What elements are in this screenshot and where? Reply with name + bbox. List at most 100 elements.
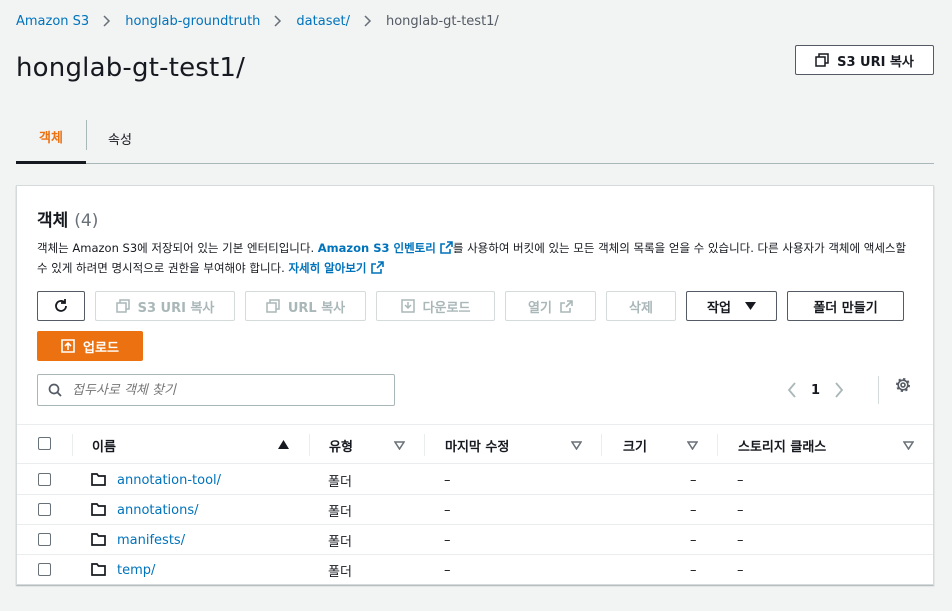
chevron-right-icon [274, 15, 282, 27]
object-type: 폴더 [328, 564, 352, 580]
column-type[interactable]: 유형 [329, 425, 353, 465]
download-button[interactable]: 다운로드 [376, 291, 495, 321]
page-number[interactable]: 1 [811, 383, 820, 398]
sort-icon[interactable] [903, 441, 914, 450]
download-icon [400, 299, 415, 313]
object-size: – [690, 502, 697, 518]
copy-s3-uri-label: S3 URI 복사 [837, 54, 914, 70]
objects-panel: 객체 (4) 객체는 Amazon S3에 저장되어 있는 기본 엔터티입니다. … [16, 185, 934, 585]
copy-s3-uri-button-label: S3 URI 복사 [137, 300, 215, 316]
objects-count: (4) [74, 211, 99, 231]
gear-icon[interactable] [894, 376, 912, 394]
objects-description: 객체는 Amazon S3에 저장되어 있는 기본 엔터티입니다. Amazon… [37, 238, 907, 278]
column-last-modified[interactable]: 마지막 수정 [445, 425, 509, 465]
table-header: 이름 유형 마지막 수정 크기 스토리지 클래스 [17, 424, 933, 464]
page-title: honglab-gt-test1/ [16, 53, 246, 83]
row-checkbox[interactable] [38, 473, 51, 486]
object-modified: – [444, 472, 451, 488]
sort-ascending-icon[interactable] [278, 440, 289, 449]
breadcrumb-current: honglab-gt-test1/ [385, 13, 499, 29]
copy-icon [266, 299, 280, 313]
object-type: 폴더 [328, 504, 352, 520]
column-divider [601, 434, 602, 456]
table-row[interactable]: temp/ 폴더 – – – [17, 555, 933, 585]
sort-icon[interactable] [571, 441, 582, 450]
actions-dropdown-label: 작업 [707, 300, 731, 316]
chevron-right-icon[interactable] [834, 382, 844, 398]
copy-icon [115, 299, 130, 313]
open-button-label: 열기 [528, 300, 552, 316]
breadcrumb-amazon-s3[interactable]: Amazon S3 [16, 14, 89, 29]
column-divider [309, 434, 310, 456]
row-checkbox[interactable] [38, 503, 51, 516]
copy-s3-uri-button[interactable]: S3 URI 복사 [95, 291, 235, 321]
open-button[interactable]: 열기 [505, 291, 596, 321]
actions-dropdown[interactable]: 작업 [686, 291, 777, 321]
copy-url-button-label: URL 복사 [287, 300, 346, 316]
object-size: – [690, 562, 697, 578]
table-row[interactable]: annotation-tool/ 폴더 – – – [17, 465, 933, 495]
column-name[interactable]: 이름 [92, 425, 116, 465]
external-link-icon [440, 241, 453, 254]
folder-icon [91, 473, 106, 486]
object-storage-class: – [737, 532, 744, 548]
inventory-link-label: Amazon S3 인벤토리 [317, 241, 436, 255]
objects-header: 객체 (4) [37, 206, 98, 231]
copy-s3-uri-header-button[interactable]: S3 URI 복사 [795, 45, 934, 75]
upload-icon [61, 339, 75, 353]
objects-title: 객체 [37, 211, 69, 231]
learn-more-label: 자세히 알아보기 [288, 261, 367, 275]
sort-icon[interactable] [394, 441, 405, 450]
tab-properties-label: 속성 [108, 132, 132, 148]
delete-button[interactable]: 삭제 [606, 291, 676, 321]
column-name-label: 이름 [92, 439, 116, 455]
chevron-right-icon [103, 15, 111, 27]
inventory-link[interactable]: Amazon S3 인벤토리 [318, 241, 453, 255]
object-name-link[interactable]: annotation-tool/ [117, 465, 221, 495]
column-storage-class[interactable]: 스토리지 클래스 [738, 425, 826, 465]
breadcrumb-bucket[interactable]: honglab-groundtruth [125, 14, 260, 29]
create-folder-button[interactable]: 폴더 만들기 [787, 291, 904, 321]
upload-button-label: 업로드 [83, 340, 119, 356]
desc-text-1: 객체는 Amazon S3에 저장되어 있는 기본 엔터티입니다. [37, 241, 318, 255]
object-modified: – [444, 562, 451, 578]
row-checkbox[interactable] [38, 563, 51, 576]
refresh-button[interactable] [37, 291, 85, 321]
object-storage-class: – [737, 472, 744, 488]
column-size[interactable]: 크기 [623, 425, 647, 465]
object-type: 폴더 [328, 474, 352, 490]
object-name-link[interactable]: annotations/ [117, 495, 199, 525]
search-input[interactable] [72, 382, 372, 398]
tab-divider [86, 120, 87, 150]
tab-bar: 객체 속성 [16, 112, 934, 164]
breadcrumb-dataset[interactable]: dataset/ [296, 14, 350, 29]
column-size-label: 크기 [623, 439, 647, 455]
object-type: 폴더 [328, 534, 352, 550]
table-row[interactable]: annotations/ 폴더 – – – [17, 495, 933, 525]
row-checkbox[interactable] [38, 533, 51, 546]
search-box [37, 374, 395, 406]
table-row[interactable]: manifests/ 폴더 – – – [17, 525, 933, 555]
object-size: – [690, 472, 697, 488]
select-all-checkbox[interactable] [38, 437, 51, 450]
column-storage-class-label: 스토리지 클래스 [738, 439, 827, 455]
folder-icon [91, 533, 106, 546]
learn-more-link[interactable]: 자세히 알아보기 [288, 261, 384, 275]
pager-divider [878, 376, 879, 404]
column-type-label: 유형 [329, 439, 353, 455]
chevron-left-icon[interactable] [787, 382, 797, 398]
tab-objects[interactable]: 객체 [16, 112, 86, 164]
download-button-label: 다운로드 [422, 300, 471, 316]
column-divider [72, 434, 73, 456]
tab-objects-label: 객체 [39, 131, 63, 146]
column-divider [717, 434, 718, 456]
external-link-icon [560, 299, 573, 313]
object-name-link[interactable]: temp/ [117, 555, 155, 585]
object-name-link[interactable]: manifests/ [117, 525, 185, 555]
column-divider [424, 434, 425, 456]
refresh-icon [55, 299, 67, 312]
tab-properties[interactable]: 속성 [108, 112, 132, 164]
sort-icon[interactable] [687, 441, 698, 450]
upload-button[interactable]: 업로드 [37, 331, 143, 361]
copy-url-button[interactable]: URL 복사 [245, 291, 366, 321]
